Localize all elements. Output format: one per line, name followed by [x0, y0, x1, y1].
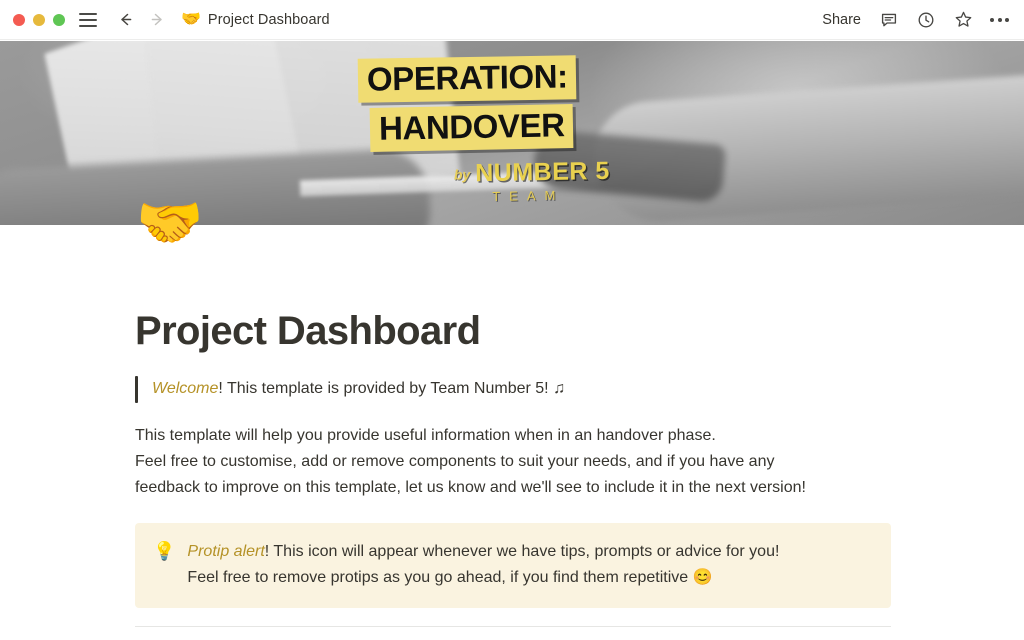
paragraph-line: Feel free to customise, add or remove co… [135, 452, 775, 470]
clock-icon[interactable] [915, 9, 937, 31]
cover-logo-subtitle: by NUMBER 5 TEAM [454, 156, 639, 204]
cover-logo-line-1: OPERATION: [357, 55, 577, 103]
window-titlebar: 🤝 Project Dashboard Share [0, 0, 1024, 40]
navigation-arrows [115, 10, 167, 30]
dot [990, 17, 994, 22]
cover-logo-brand: NUMBER 5 [474, 156, 611, 188]
close-window-button[interactable] [13, 13, 25, 26]
breadcrumb[interactable]: 🤝 Project Dashboard [181, 10, 330, 28]
quote-accent: Welcome [152, 380, 219, 397]
titlebar-actions: Share [820, 9, 1010, 31]
breadcrumb-title: Project Dashboard [207, 11, 330, 28]
cover-logo-by: by [453, 166, 471, 183]
forward-arrow-icon[interactable] [147, 10, 167, 30]
quote-bar [135, 376, 138, 403]
dot [1005, 17, 1009, 22]
content-column: Project Dashboard Welcome! This template… [135, 225, 891, 627]
share-button[interactable]: Share [820, 10, 863, 30]
callout-accent: Protip alert [187, 542, 265, 560]
hamburger-line [79, 12, 97, 15]
handshake-icon: 🤝 [181, 10, 201, 28]
lightbulb-icon: 💡 [153, 540, 176, 561]
cover-logo-line-2: HANDOVER [369, 104, 574, 152]
hamburger-line [79, 18, 97, 21]
star-icon[interactable] [952, 9, 974, 31]
hamburger-line [79, 24, 97, 27]
cover-logo: OPERATION: HANDOVER by NUMBER 5 TEAM [357, 55, 639, 204]
callout-line-2: Feel free to remove protips as you go ah… [187, 568, 713, 586]
sidebar-toggle-icon[interactable] [79, 12, 97, 27]
back-arrow-icon[interactable] [115, 10, 135, 30]
protip-callout[interactable]: 💡 Protip alert! This icon will appear wh… [135, 522, 891, 608]
callout-line-1: Protip alert! This icon will appear when… [187, 539, 779, 565]
intro-paragraph[interactable]: This template will help you provide usef… [135, 423, 891, 501]
page-content: Project Dashboard Welcome! This template… [0, 225, 1024, 640]
callout-line-1-rest: ! This icon will appear whenever we have… [264, 542, 780, 560]
dot [997, 17, 1002, 22]
comment-icon[interactable] [878, 9, 900, 31]
content-divider [135, 625, 891, 627]
page-icon-handshake-icon[interactable]: 🤝 [136, 196, 203, 250]
quote-block[interactable]: Welcome! This template is provided by Te… [135, 376, 891, 403]
minimize-window-button[interactable] [33, 13, 45, 26]
paragraph-line: This template will help you provide usef… [135, 426, 716, 444]
quote-rest: ! This template is provided by Team Numb… [218, 380, 566, 397]
paragraph-line: feedback to improve on this template, le… [135, 478, 806, 496]
app-window: 🤝 Project Dashboard Share OPERATION: HAN… [0, 0, 1024, 640]
maximize-window-button[interactable] [53, 13, 65, 26]
callout-body: Protip alert! This icon will appear when… [187, 539, 779, 591]
page-title[interactable]: Project Dashboard [135, 308, 891, 354]
cover-logo-team: TEAM [492, 187, 565, 204]
window-controls [13, 13, 65, 26]
more-options-icon[interactable] [989, 14, 1010, 26]
quote-text: Welcome! This template is provided by Te… [152, 376, 565, 403]
